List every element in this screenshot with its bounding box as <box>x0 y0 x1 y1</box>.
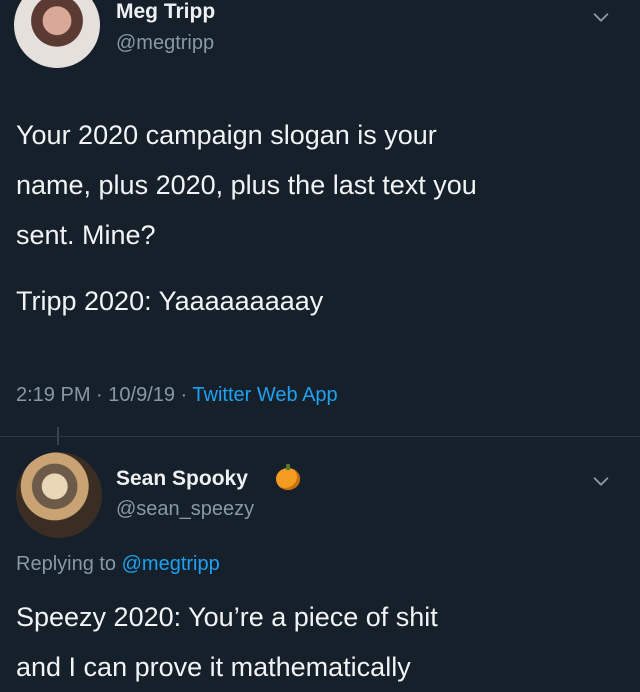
reply-text: Speezy 2020: You’re a piece of shit and … <box>16 592 626 692</box>
tweet-text-line: sent. Mine? <box>16 220 156 250</box>
reply-author-handle[interactable]: @sean_speezy <box>116 498 254 521</box>
tweet-source-app[interactable]: Twitter Web App <box>192 384 337 406</box>
meta-separator: · <box>90 384 109 406</box>
replying-to: Replying to @megtripp <box>16 553 220 576</box>
reply-text-line: and I can prove it mathematically <box>16 652 411 682</box>
pumpkin-icon <box>276 464 300 490</box>
replying-mention[interactable]: @megtripp <box>122 553 220 575</box>
tweet-text-line: name, plus 2020, plus the last text you <box>16 170 477 200</box>
divider <box>0 436 640 437</box>
tweet-date[interactable]: 10/9/19 <box>108 384 175 406</box>
tweet-text: Your 2020 campaign slogan is your name, … <box>16 110 626 260</box>
tweet-time[interactable]: 2:19 PM <box>16 384 90 406</box>
tweet-text-line: Your 2020 campaign slogan is your <box>16 120 437 150</box>
tweet-meta: 2:19 PM · 10/9/19 · Twitter Web App <box>16 384 338 407</box>
avatar[interactable] <box>16 452 102 538</box>
replying-prefix: Replying to <box>16 553 122 575</box>
chevron-down-icon[interactable] <box>590 6 612 28</box>
chevron-down-icon[interactable] <box>590 470 612 492</box>
reply-author-name[interactable]: Sean Spooky <box>116 467 248 491</box>
author-handle[interactable]: @megtripp <box>116 32 214 55</box>
author-name[interactable]: Meg Tripp <box>116 0 215 24</box>
reply-text-line: Speezy 2020: You’re a piece of shit <box>16 602 438 632</box>
tweet-main: Meg Tripp @megtripp Your 2020 campaign s… <box>0 0 640 440</box>
tweet-text-second: Tripp 2020: Yaaaaaaaaay <box>16 286 324 316</box>
avatar[interactable] <box>14 0 100 68</box>
meta-separator: · <box>175 384 193 406</box>
